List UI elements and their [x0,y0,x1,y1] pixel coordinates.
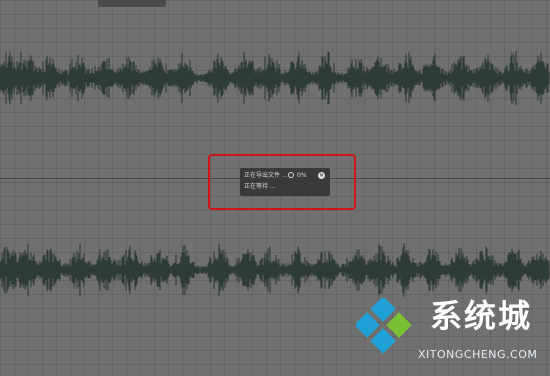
watermark-url-text: XITONGCHENG.COM [418,348,538,361]
waveform-path [0,50,550,106]
top-toolbar-fragment[interactable] [98,0,166,7]
watermark: 系统城 XITONGCHENG.COM [356,296,548,374]
spinner-icon [288,172,294,178]
export-status-text: 正在导出文件 ... [244,172,288,179]
waveform-track-bottom[interactable] [0,240,550,300]
close-icon[interactable]: ✕ [318,172,325,179]
diamond-logo-icon [356,298,412,354]
waiting-status-text: 正在等待 ... [244,183,276,190]
export-progress-dialog: 正在导出文件 ... 0% ✕ 正在等待 ... [240,168,330,196]
waveform-path [0,243,550,297]
export-progress-percent: 0% [297,172,307,179]
watermark-brand-text: 系统城 [430,297,533,335]
waveform-track-top[interactable] [0,48,550,108]
